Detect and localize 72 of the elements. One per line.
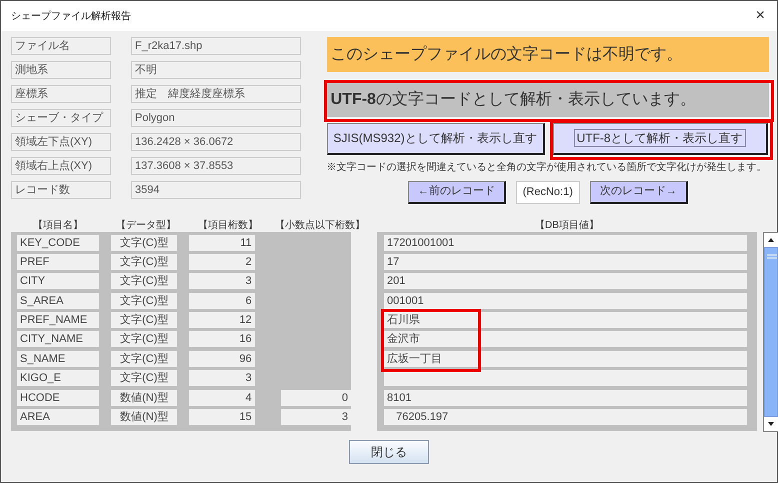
window-title: シェープファイル解析報告 — [11, 10, 131, 24]
field-name-cell: KIGO_E — [17, 370, 100, 386]
field-name-cell: S_AREA — [17, 292, 100, 309]
field-length-cell: 2 — [189, 254, 255, 270]
decimal-places-cell: 0 — [280, 390, 351, 406]
data-type-cell: 文字(C)型 — [111, 273, 178, 290]
field-label: 領域左下点(XY) — [11, 133, 111, 151]
data-type-cell: 数値(N)型 — [111, 390, 178, 406]
field-name-cell: CITY — [17, 273, 100, 290]
field-name-cell: PREF_NAME — [17, 312, 100, 328]
data-type-cell: 文字(C)型 — [111, 350, 178, 367]
note-text: ※文字コードの選択を間違えていると全角の文字が使用されている箇所で文字化けが発生します。 — [326, 160, 768, 175]
reparse-button[interactable]: UTF-8として解析・表示し直す — [552, 122, 768, 154]
data-type-cell: 数値(N)型 — [111, 409, 178, 426]
field-length-cell: 96 — [189, 350, 255, 367]
field-length-cell: 3 — [189, 370, 255, 386]
field-label: 測地系 — [11, 61, 111, 79]
column-header: 【小数点以下桁数】 — [274, 218, 366, 230]
field-length-cell: 12 — [189, 312, 255, 328]
field-value: 137.3608 × 37.8553 — [131, 157, 301, 175]
field-value: Polygon — [131, 109, 301, 127]
field-value: 3594 — [131, 181, 301, 199]
field-name-cell: KEY_CODE — [17, 234, 100, 250]
reparse-button[interactable]: SJIS(MS932)として解析・表示し直す — [326, 122, 545, 154]
record-number: (RecNo:1) — [516, 180, 580, 204]
field-value: F_r2ka17.shp — [131, 37, 301, 55]
field-value-cell: 76205.197 — [384, 409, 747, 426]
data-type-cell: 文字(C)型 — [111, 292, 178, 309]
column-header: 【項目名】 — [32, 218, 84, 230]
field-length-cell: 3 — [189, 273, 255, 290]
field-value-cell: 17 — [384, 254, 747, 270]
field-length-cell: 11 — [189, 234, 255, 250]
field-name-cell: CITY_NAME — [17, 331, 100, 348]
field-name-cell: S_NAME — [17, 350, 100, 367]
field-value-cell: 金沢市 — [384, 331, 747, 348]
field-value: 不明 — [131, 61, 301, 79]
column-header: 【項目桁数】 — [197, 218, 259, 230]
field-name-cell: AREA — [17, 409, 100, 426]
column-header: 【DB項目値】 — [535, 220, 599, 230]
field-value-cell: 001001 — [384, 292, 747, 309]
data-type-cell: 文字(C)型 — [111, 331, 178, 348]
encoding-notice-banner: このシェープファイルの文字コードは不明です。 — [326, 37, 769, 72]
field-label: シェーブ・タイプ — [11, 109, 111, 127]
field-value: 推定 緯度経度座標系 — [131, 85, 301, 103]
scrollbar-thumb[interactable] — [764, 246, 778, 416]
field-value: 136.2428 × 36.0672 — [131, 133, 301, 151]
field-value-cell: 201 — [384, 273, 747, 290]
field-value-cell: 8101 — [384, 390, 747, 406]
parse-status-banner: UTF-8の文字コードとして解析・表示しています。 — [326, 83, 769, 117]
field-label: ファイル名 — [11, 37, 111, 55]
field-length-cell: 6 — [189, 292, 255, 309]
field-value-cell: 広坂一丁目 — [384, 350, 747, 367]
field-name-cell: HCODE — [17, 390, 100, 406]
next-record-button[interactable]: 次のレコード→ — [590, 180, 688, 204]
field-name-cell: PREF — [17, 254, 100, 270]
field-value-cell: 17201001001 — [384, 234, 747, 250]
data-type-cell: 文字(C)型 — [111, 370, 178, 386]
close-button[interactable]: 閉じる — [349, 440, 429, 464]
field-label: 領域右上点(XY) — [11, 157, 111, 175]
field-value-cell: 石川県 — [384, 312, 747, 328]
field-length-cell: 4 — [189, 390, 255, 406]
column-header: 【データ型】 — [115, 218, 177, 230]
field-length-cell: 16 — [189, 331, 255, 348]
previous-record-button[interactable]: ←前のレコード — [408, 180, 506, 204]
decimal-places-cell: 3 — [280, 409, 351, 426]
field-label: 座標系 — [11, 85, 111, 103]
field-label: レコード数 — [11, 181, 111, 199]
data-type-cell: 文字(C)型 — [111, 312, 178, 328]
data-type-cell: 文字(C)型 — [111, 254, 178, 270]
data-type-cell: 文字(C)型 — [111, 234, 178, 250]
vertical-scrollbar[interactable] — [762, 232, 778, 432]
field-length-cell: 15 — [189, 409, 255, 426]
